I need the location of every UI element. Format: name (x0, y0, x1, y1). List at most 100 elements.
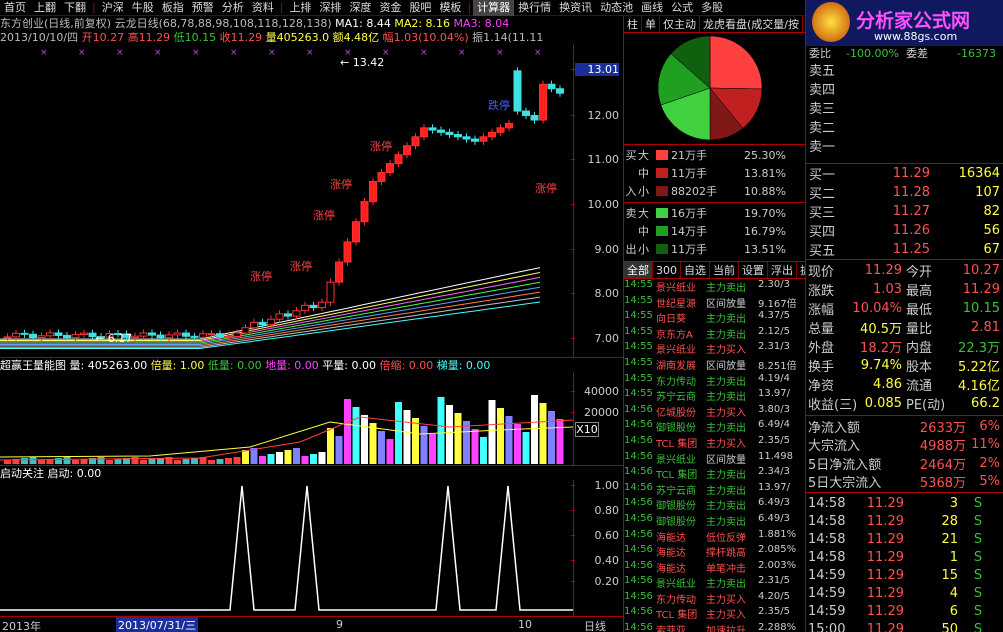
candle[interactable] (505, 122, 513, 129)
menu-item-11[interactable]: 深度 (345, 0, 375, 16)
candle[interactable] (471, 138, 479, 142)
signal-row[interactable]: 14:56 苏宁云商 主力卖出 13.97/ (624, 482, 806, 498)
menu-item-7[interactable]: 分析 (218, 0, 248, 16)
signal-row[interactable]: 14:56 亿城股份 主力买入 3.80/3 (624, 404, 806, 420)
candle[interactable] (207, 333, 216, 336)
list-tab-5[interactable]: 浮出 (768, 262, 797, 278)
menu-item-14[interactable]: 模板 (435, 0, 465, 16)
candle[interactable] (267, 318, 275, 326)
menu-item-15[interactable]: 计算器 (473, 0, 515, 16)
candle[interactable] (139, 332, 148, 337)
signal-row[interactable]: 14:55 湖南发展 区间放量 8.251倍 (624, 357, 806, 373)
candle[interactable] (284, 313, 292, 317)
candle[interactable] (182, 332, 190, 337)
signal-row[interactable]: 14:56 TCL 集团 主力卖出 2.34/3 (624, 466, 806, 482)
candle[interactable] (522, 110, 530, 117)
cursor-date[interactable]: 2013/07/31/三 (116, 617, 199, 632)
signal-row[interactable]: 14:56 景兴纸业 主力卖出 2.31/5 (624, 575, 806, 591)
candle[interactable] (190, 335, 199, 338)
signal-row[interactable]: 14:55 京东方A 主力卖出 2.12/5 (624, 326, 806, 342)
candle[interactable] (335, 261, 343, 283)
candle[interactable] (530, 115, 539, 121)
signal-row[interactable]: 14:56 海能达 低位反弹 1.881% (624, 529, 806, 545)
menu-item-18[interactable]: 动态池 (596, 0, 637, 16)
signal-row[interactable]: 14:56 海能达 单笔冲击 2.003% (624, 560, 806, 576)
menu-item-16[interactable]: 换行情 (514, 0, 555, 16)
menu-item-0[interactable]: 首页 (0, 0, 30, 16)
candle[interactable] (63, 334, 71, 339)
candle[interactable] (479, 136, 488, 142)
candle[interactable] (318, 301, 326, 309)
signal-row[interactable]: 14:56 海能达 撑杆跳高 2.085% (624, 544, 806, 560)
candlestick-chart[interactable]: ← 13.42← 6.17涨停涨停涨停涨停涨停涨停跌停× × × × × × × × × × × × ×… (0, 44, 573, 357)
candle[interactable] (462, 136, 471, 140)
period-label[interactable]: 日线 (584, 618, 606, 632)
signal-row[interactable]: 14:56 索菲亚 加速拉升 2.288% (624, 622, 806, 632)
signal-row[interactable]: 14:55 景兴纸业 主力买入 2.31/3 (624, 341, 806, 357)
candle[interactable] (258, 321, 267, 326)
candle[interactable] (233, 332, 241, 337)
candle[interactable] (80, 332, 88, 336)
signal-row[interactable]: 14:56 TCL 集团 主力买入 2.35/5 (624, 606, 806, 622)
candle[interactable] (46, 332, 54, 337)
list-tab-0[interactable]: 全部 (624, 262, 653, 278)
candle[interactable] (165, 334, 173, 339)
flow-tab-0[interactable]: 柱 (624, 16, 642, 32)
candle[interactable] (428, 127, 437, 131)
candle[interactable] (437, 129, 445, 133)
signal-row[interactable]: 14:55 东力传动 主力卖出 4.19/4 (624, 373, 806, 389)
list-tab-1[interactable]: 300 (653, 262, 681, 278)
candle[interactable] (539, 83, 547, 121)
menu-item-2[interactable]: 下翻 (60, 0, 90, 16)
candle[interactable] (547, 83, 556, 90)
start-signal-chart[interactable] (0, 480, 573, 616)
signal-row[interactable]: 14:56 御银股份 主力卖出 6.49/3 (624, 497, 806, 513)
menu-item-10[interactable]: 深排 (315, 0, 345, 16)
candle[interactable] (275, 313, 284, 320)
menu-item-17[interactable]: 换资讯 (555, 0, 596, 16)
menu-item-1[interactable]: 上翻 (30, 0, 60, 16)
signal-row[interactable]: 14:56 景兴纸业 区间放量 11.498 (624, 451, 806, 467)
menu-item-12[interactable]: 资金 (375, 0, 405, 16)
candle[interactable] (377, 172, 386, 183)
candle[interactable] (20, 332, 29, 335)
signal-row[interactable]: 14:55 向日葵 主力卖出 4.37/5 (624, 310, 806, 326)
volume-chart[interactable] (0, 372, 573, 465)
menu-item-9[interactable]: 上排 (285, 0, 315, 16)
signal-row[interactable]: 14:55 苏宁云商 主力卖出 13.97/ (624, 388, 806, 404)
candle[interactable] (488, 131, 496, 138)
flow-tab-1[interactable]: 单 (642, 16, 660, 32)
menu-item-19[interactable]: 画线 (637, 0, 667, 16)
signal-row[interactable]: 14:55 景兴纸业 主力卖出 2.30/3 (624, 279, 806, 295)
candle[interactable] (37, 335, 46, 339)
menu-item-5[interactable]: 板指 (158, 0, 188, 16)
signal-row[interactable]: 14:56 TCL 集团 主力买入 2.35/5 (624, 435, 806, 451)
candle[interactable] (199, 333, 207, 338)
menu-item-21[interactable]: 多股 (697, 0, 727, 16)
candle[interactable] (292, 310, 301, 317)
candle[interactable] (250, 321, 258, 329)
candle[interactable] (352, 221, 360, 243)
signal-row[interactable]: 14:56 东力传动 主力买入 4.20/5 (624, 591, 806, 607)
candle[interactable] (386, 163, 394, 174)
candle[interactable] (326, 281, 335, 303)
list-tab-4[interactable]: 设置 (739, 262, 768, 278)
candle[interactable] (513, 70, 522, 112)
candle[interactable] (71, 334, 80, 339)
candle[interactable] (216, 333, 224, 338)
menu-item-8[interactable]: 资料 (248, 0, 278, 16)
menu-item-3[interactable]: 沪深 (98, 0, 128, 16)
candle[interactable] (12, 332, 20, 338)
signal-row[interactable]: 14:56 御银股份 主力卖出 6.49/4 (624, 419, 806, 435)
candle[interactable] (131, 335, 139, 338)
candle[interactable] (173, 332, 182, 336)
candle[interactable] (411, 136, 420, 147)
flow-tab-3[interactable]: 龙虎看盘(成交量/按 (700, 16, 803, 32)
flow-tab-2[interactable]: 仅主动 (660, 16, 700, 32)
menu-item-13[interactable]: 股吧 (405, 0, 435, 16)
menu-item-6[interactable]: 预警 (188, 0, 218, 16)
candle[interactable] (556, 88, 564, 94)
candle[interactable] (224, 335, 233, 338)
candle[interactable] (148, 332, 156, 336)
candle[interactable] (420, 127, 428, 138)
